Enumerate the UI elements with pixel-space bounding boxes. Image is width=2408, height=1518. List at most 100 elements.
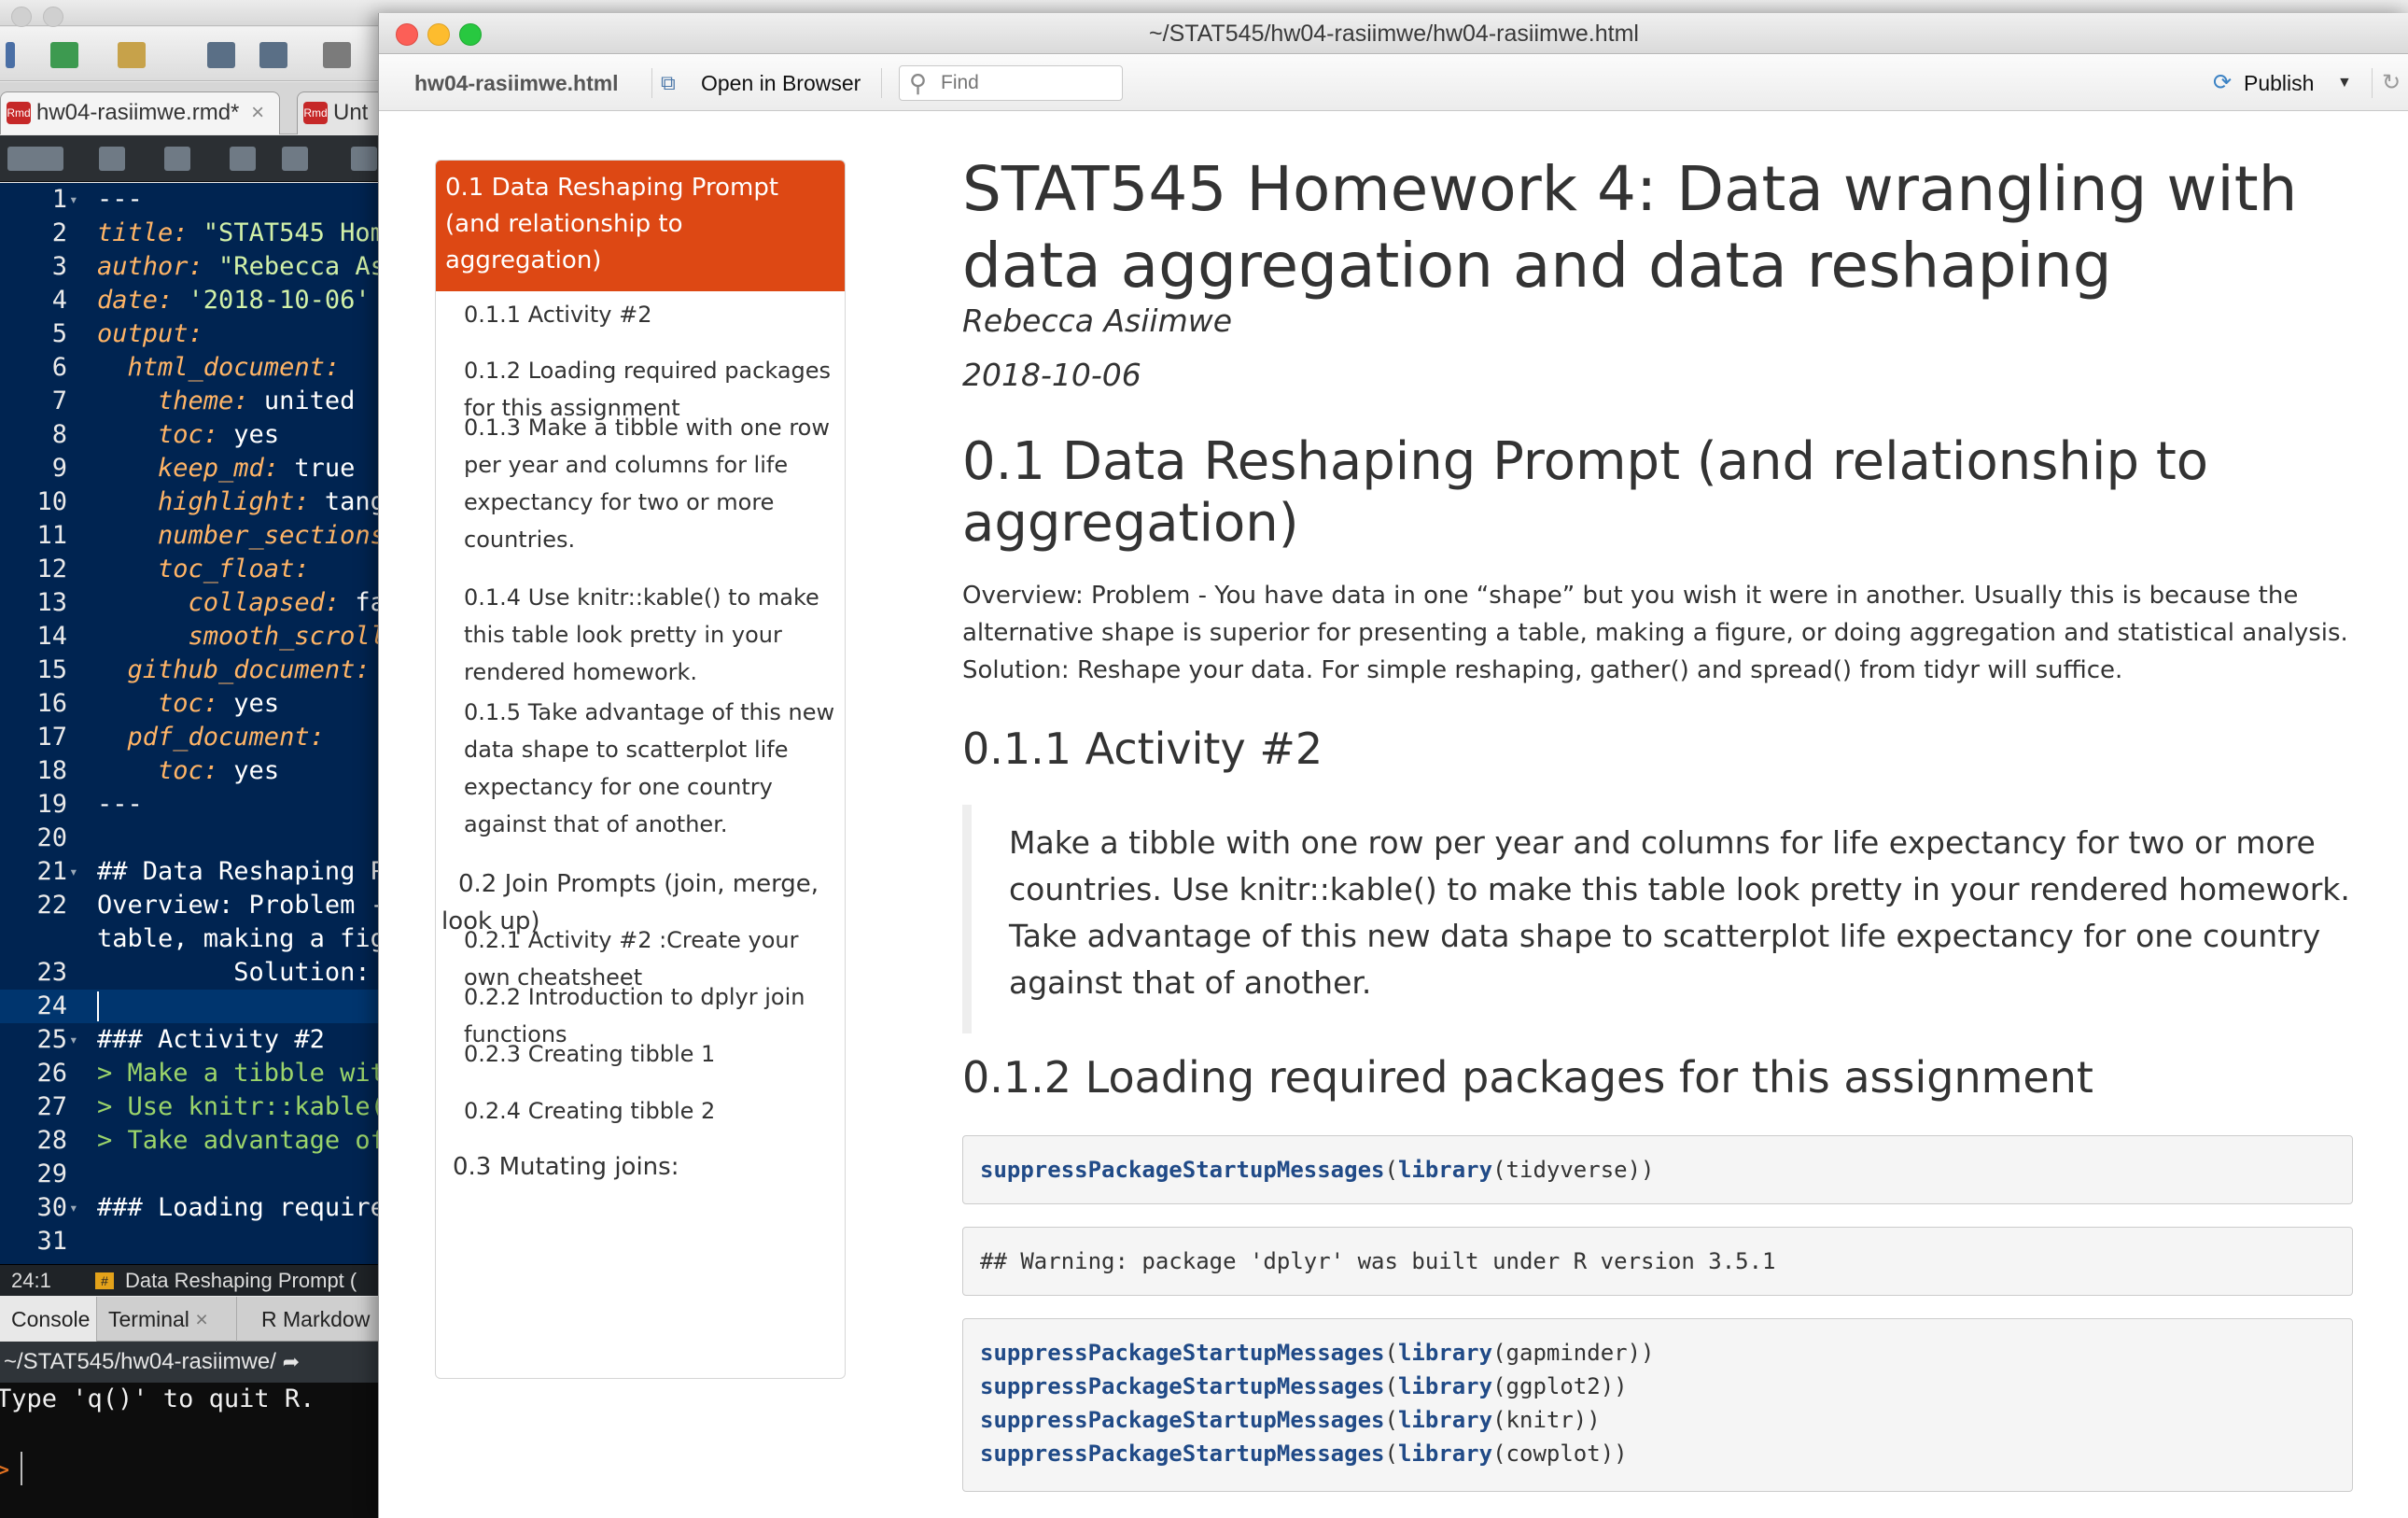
fold-arrow-icon[interactable]: ▾ [69,855,78,889]
open-folder-icon[interactable] [118,42,146,68]
code-line[interactable]: 9 keep_md: true [0,452,378,485]
code-line[interactable]: 19 --- [0,788,378,822]
code-line[interactable]: 24 [0,990,378,1023]
publish-button[interactable]: Publish [2244,55,2314,111]
toc-item-active[interactable]: 0.1 Data Reshaping Prompt (and relations… [436,161,845,291]
save-all-icon[interactable] [259,42,287,68]
line-number: 14 [36,622,67,651]
fold-arrow-icon[interactable]: ▾ [69,1023,78,1057]
code-line[interactable]: 31 [0,1225,378,1258]
code-line[interactable]: 26 > Make a tibble wit [0,1057,378,1090]
code-line[interactable]: 1 ▾ --- [0,183,378,217]
find-input[interactable] [899,65,1123,101]
code-line[interactable]: 11 number_sections [0,519,378,553]
code-line[interactable]: 17 pdf_document: [0,721,378,754]
code-text: --- [97,788,143,822]
editor-tab-rmd[interactable]: Rmd hw04-rasiimwe.rmd* × [0,91,280,134]
close-tab-icon[interactable]: × [251,100,264,125]
new-file-icon[interactable] [50,42,78,68]
code-token: "Rebecca As [203,252,378,281]
tab-terminal[interactable]: Terminal × [97,1297,237,1342]
code-line[interactable]: 18 toc: yes [0,754,378,788]
rendered-document[interactable]: 0.1 Data Reshaping Prompt (and relations… [379,112,2408,1518]
knit-icon[interactable] [351,147,377,171]
code-line[interactable]: 14 smooth_scroll [0,620,378,654]
code-line[interactable]: 7 theme: united [0,385,378,418]
fold-arrow-icon[interactable]: ▾ [69,1191,78,1225]
code-text: Solution: [97,956,371,990]
code-line[interactable]: 8 toc: yes [0,418,378,452]
save-icon[interactable] [207,42,235,68]
line-number: 3 [51,252,67,281]
search-icon: ⚲ [909,69,928,97]
minimize-icon[interactable] [43,7,63,27]
open-browser-icon[interactable]: ⧉ [661,55,676,111]
toc-item[interactable]: 0.1.4 Use knitr::kable() to make this ta… [464,579,835,691]
menu-icon[interactable] [6,42,15,68]
line-number: 27 [36,1092,67,1121]
code-token: pdf_document: [97,723,325,752]
code-function: library [1397,1373,1493,1399]
code-argument: knitr [1505,1407,1574,1433]
code-text: number_sections [97,519,378,553]
code-token: fa [355,588,378,617]
code-line[interactable]: 5 output: [0,317,378,351]
code-line[interactable]: 16 toc: yes [0,687,378,721]
code-line[interactable]: 28 > Take advantage of [0,1124,378,1158]
code-token: keep_md: [97,454,280,483]
code-line[interactable]: 10 highlight: tang [0,485,378,519]
code-line[interactable]: 2 title: "STAT545 Home [0,217,378,250]
code-block-tidyverse: suppressPackageStartupMessages(library(t… [962,1135,2353,1204]
code-text: > Take advantage of [97,1124,378,1158]
activity-blockquote: Make a tibble with one row per year and … [962,805,2362,1033]
code-line[interactable]: 15 github_document: [0,654,378,687]
code-line[interactable]: 4 date: '2018-10-06' [0,284,378,317]
print-icon[interactable] [323,42,351,68]
spellcheck-icon[interactable] [230,147,256,171]
code-line[interactable]: 23 Solution: [0,956,378,990]
code-line[interactable]: 20 [0,822,378,855]
close-tab-icon[interactable]: × [195,1307,207,1331]
code-argument: tidyverse [1505,1157,1628,1183]
editor-status-bar: 24:1 # Data Reshaping Prompt ( [0,1264,378,1296]
code-line[interactable]: 25 ▾ ### Activity #2 [0,1023,378,1057]
code-token: Solution: [97,958,371,987]
toc-item[interactable]: 0.1.5 Take advantage of this new data sh… [464,694,835,843]
find-icon[interactable] [282,147,308,171]
current-section[interactable]: Data Reshaping Prompt ( [125,1265,357,1297]
code-editor[interactable]: 1▾---2title: "STAT545 Home3author: "Rebe… [0,183,378,1264]
show-in-window-icon[interactable] [99,147,125,171]
open-in-browser-button[interactable]: Open in Browser [701,55,861,111]
refresh-icon[interactable]: ↻ [2382,55,2401,111]
toc-item[interactable]: 0.1.1 Activity #2 [464,296,835,333]
tab-console[interactable]: Console [0,1297,97,1342]
code-token: --- [97,790,143,819]
toc-item[interactable]: 0.2.4 Creating tibble 2 [464,1092,835,1130]
line-number: 31 [36,1227,67,1256]
save-icon[interactable] [164,147,190,171]
back-forward-icon[interactable] [7,147,63,171]
code-text: keep_md: true [97,452,355,485]
close-icon[interactable] [11,7,32,27]
code-line[interactable]: 22 Overview: Problem - [0,889,378,922]
tab-r-markdown[interactable]: R Markdow [250,1297,381,1342]
code-line[interactable]: 29 [0,1158,378,1191]
code-line[interactable]: 3 author: "Rebecca As [0,250,378,284]
code-line[interactable]: 13 collapsed: fa [0,586,378,620]
toc-item[interactable]: 0.1.3 Make a tibble with one row per yea… [464,409,835,558]
code-line: suppressPackageStartupMessages(library(g… [980,1340,1655,1366]
editor-tab-untitled[interactable]: Rmd Unt [297,91,390,134]
code-line[interactable]: 21 ▾ ## Data Reshaping P [0,855,378,889]
chevron-down-icon[interactable]: ▼ [2337,55,2352,111]
console-output[interactable]: Type 'q()' to quit R. > [0,1383,378,1518]
toc-item[interactable]: 0.3 Mutating joins: [453,1148,835,1186]
code-line[interactable]: 30 ▾ ### Loading require [0,1191,378,1225]
code-line[interactable]: 6 html_document: [0,351,378,385]
go-to-directory-icon[interactable]: ➦ [283,1350,300,1373]
code-line[interactable]: 27 > Use knitr::kable( [0,1090,378,1124]
code-line[interactable]: table, making a fig [0,922,378,956]
fold-arrow-icon[interactable]: ▾ [69,183,78,217]
code-line[interactable]: 12 toc_float: [0,553,378,586]
code-text: output: [97,317,203,351]
toc-item[interactable]: 0.2.3 Creating tibble 1 [464,1035,835,1073]
